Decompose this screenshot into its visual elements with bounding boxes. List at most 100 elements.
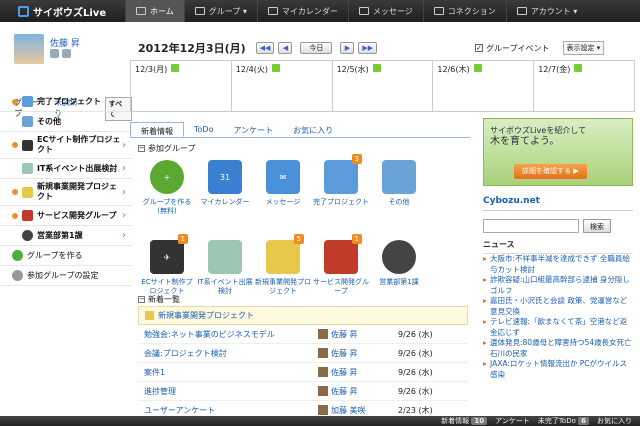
view-settings-select[interactable]: 表示設定 ▾ — [562, 41, 605, 55]
chevron-right-icon: › — [122, 210, 126, 221]
table-row[interactable]: 勉強会:ネット事業のビジネスモデル 佐藤 昇 9/26 (水) — [138, 325, 468, 344]
prev-day-button[interactable]: ◀ — [278, 42, 293, 54]
sidebar-item-other[interactable]: その他 — [0, 112, 132, 132]
promo-details-button[interactable]: 詳細を確認する ▶ — [514, 164, 587, 179]
group-tile-other[interactable]: その他 — [370, 154, 428, 234]
avatar — [318, 367, 328, 377]
prev-week-button[interactable]: ◀◀ — [255, 42, 275, 54]
nav-group[interactable]: グループ ▾ — [183, 0, 257, 22]
robot-icon — [382, 240, 416, 274]
sidebar-item-sales[interactable]: 営業部第1課 › — [0, 226, 132, 246]
calendar-day[interactable]: 12/3(月) — [131, 61, 232, 111]
group-tile-calendar[interactable]: 31 マイカレンダー — [196, 154, 254, 234]
edit-icon[interactable] — [473, 64, 482, 72]
tab-survey[interactable]: アンケート — [223, 122, 283, 137]
unread-badge: 3 — [351, 154, 362, 164]
search-button[interactable]: 検索 — [583, 219, 611, 233]
group-event-checkbox[interactable]: ✓ — [475, 44, 483, 52]
next-week-button[interactable]: ▶▶ — [358, 42, 378, 54]
groups-section-header[interactable]: − 参加グループ — [138, 143, 196, 154]
group-tile-message[interactable]: ✉ メッセージ — [254, 154, 312, 234]
calendar-day[interactable]: 12/7(金) — [534, 61, 634, 111]
nav-home[interactable]: ホーム — [125, 0, 184, 22]
edit-icon[interactable] — [574, 64, 583, 72]
table-row[interactable]: 会議:プロジェクト検討 佐藤 昇 9/26 (水) — [138, 344, 468, 363]
status-bar: 新着情報 10 アンケート 未完了ToDo 6 お気に入り — [0, 416, 640, 426]
sidebar-item-ec[interactable]: ECサイト制作プロジェクト › — [0, 132, 132, 159]
group-event-toggle: ✓ グループイベント 表示設定 ▾ — [475, 41, 605, 55]
news-item[interactable]: 嘉田氏・小沢氏と会談 政策、党運営など意見交換 — [483, 296, 633, 317]
status-favorites[interactable]: お気に入り — [597, 416, 632, 426]
app-logo[interactable]: サイボウズLive — [0, 0, 125, 22]
group-event-label: グループイベント — [486, 43, 550, 53]
calendar-day[interactable]: 12/4(火) — [232, 61, 333, 111]
calendar-day[interactable]: 12/5(水) — [333, 61, 434, 111]
search-input[interactable] — [483, 219, 579, 233]
tab-updates[interactable]: 新着情報 — [130, 122, 184, 137]
table-row[interactable]: 進捗管理 佐藤 昇 9/26 (水) — [138, 382, 468, 401]
nav-account[interactable]: アカウント ▾ — [505, 0, 588, 22]
folder-icon — [22, 116, 33, 127]
unread-badge: 1 — [351, 234, 362, 244]
chevron-right-icon: › — [122, 230, 126, 241]
group-tile-sales[interactable]: 営業部第1課 — [370, 234, 428, 314]
main-nav: ホーム グループ ▾ マイカレンダー メッセージ コネクション アカウント ▾ — [125, 0, 587, 22]
sidebar-item-new-business[interactable]: 新規事業開発プロジェクト › — [0, 179, 132, 206]
chevron-right-icon: › — [122, 163, 126, 174]
unread-badge: 1 — [177, 234, 188, 244]
nav-calendar[interactable]: マイカレンダー — [256, 0, 348, 22]
news-item[interactable]: JAXA:ロケット情報流出か PCがウイルス感染 — [483, 359, 633, 380]
twitter-icon[interactable] — [50, 49, 59, 58]
news-item[interactable]: 詐欺容疑:山口組最高幹部ら逮捕 身分隠しゴルフ — [483, 275, 633, 296]
satellite-icon — [22, 163, 33, 174]
nav-message[interactable]: メッセージ — [347, 0, 423, 22]
edit-icon[interactable] — [272, 64, 281, 72]
group-tile-service[interactable]: 1 サービス開発グループ — [312, 234, 370, 314]
group-tile-completed[interactable]: 3 完了プロジェクト — [312, 154, 370, 234]
table-row[interactable]: 案件1 佐藤 昇 9/26 (水) — [138, 363, 468, 382]
group-tile-create[interactable]: + グループを作る(無料) — [138, 154, 196, 234]
home-icon — [136, 7, 146, 15]
promo-banner[interactable]: サイボウズLiveを紹介して 木を育てよう。 詳細を確認する ▶ — [483, 118, 633, 186]
status-survey[interactable]: アンケート — [495, 416, 530, 426]
plus-icon — [12, 250, 23, 261]
status-updates[interactable]: 新着情報 10 — [441, 416, 488, 426]
tab-todo[interactable]: ToDo — [184, 122, 223, 137]
group-tile-new-business[interactable]: 5 新規事業開発プロジェクト — [254, 234, 312, 314]
account-icon — [516, 7, 527, 15]
calendar-icon — [267, 7, 278, 15]
next-day-button[interactable]: ▶ — [340, 42, 355, 54]
cybozu-net-title[interactable]: Cybozu.net — [483, 192, 633, 211]
sidebar-create-group[interactable]: グループを作る — [0, 246, 132, 266]
sidebar-item-completed[interactable]: 完了プロジェクト — [0, 92, 132, 112]
top-bar: サイボウズLive ホーム グループ ▾ マイカレンダー メッセージ コネクショ… — [0, 0, 640, 22]
avatar — [318, 405, 328, 415]
status-todo[interactable]: 未完了ToDo 6 — [538, 416, 589, 426]
edit-icon[interactable] — [372, 64, 381, 72]
news-item[interactable]: 大阪市:不祥事半減を達成できず 全職員給与カット検討 — [483, 254, 633, 275]
avatar — [318, 386, 328, 396]
today-button[interactable]: 今日 — [300, 42, 333, 54]
updates-section-header[interactable]: − 新着一覧 — [138, 294, 180, 305]
news-item[interactable]: テレビ速報:「飲まなくて茶」空港など返金応じず — [483, 317, 633, 338]
updates-group-header[interactable]: 新規事業開発プロジェクト — [138, 306, 468, 325]
lightbulb-icon — [266, 240, 300, 274]
profile-panel: 佐藤 昇 グループ 未読あり すべて — [0, 22, 132, 121]
calendar-date: 2012年12月3日(月) — [138, 42, 246, 55]
mail-icon — [358, 7, 369, 15]
status-dot-icon — [12, 142, 18, 148]
facebook-icon[interactable] — [62, 49, 71, 58]
user-name[interactable]: 佐藤 昇 — [50, 36, 80, 49]
calendar-icon: 31 — [208, 160, 242, 194]
sidebar-item-it-event[interactable]: IT系イベント出展検討 › — [0, 159, 132, 179]
avatar[interactable] — [14, 34, 44, 64]
calendar-day[interactable]: 12/6(木) — [433, 61, 535, 111]
chevron-right-icon: › — [122, 186, 126, 198]
group-tile-it-event[interactable]: IT系イベント出展検討 — [196, 234, 254, 314]
sidebar-group-settings[interactable]: 参加グループの設定 — [0, 266, 132, 286]
news-item[interactable]: 遺体発見:80歳母と障害持つ54歳長女死亡 石川の民家 — [483, 338, 633, 359]
tab-favorites[interactable]: お気に入り — [283, 122, 343, 137]
edit-icon[interactable] — [171, 64, 180, 72]
nav-connection[interactable]: コネクション — [422, 0, 506, 22]
sidebar-item-service[interactable]: サービス開発グループ › — [0, 206, 132, 226]
